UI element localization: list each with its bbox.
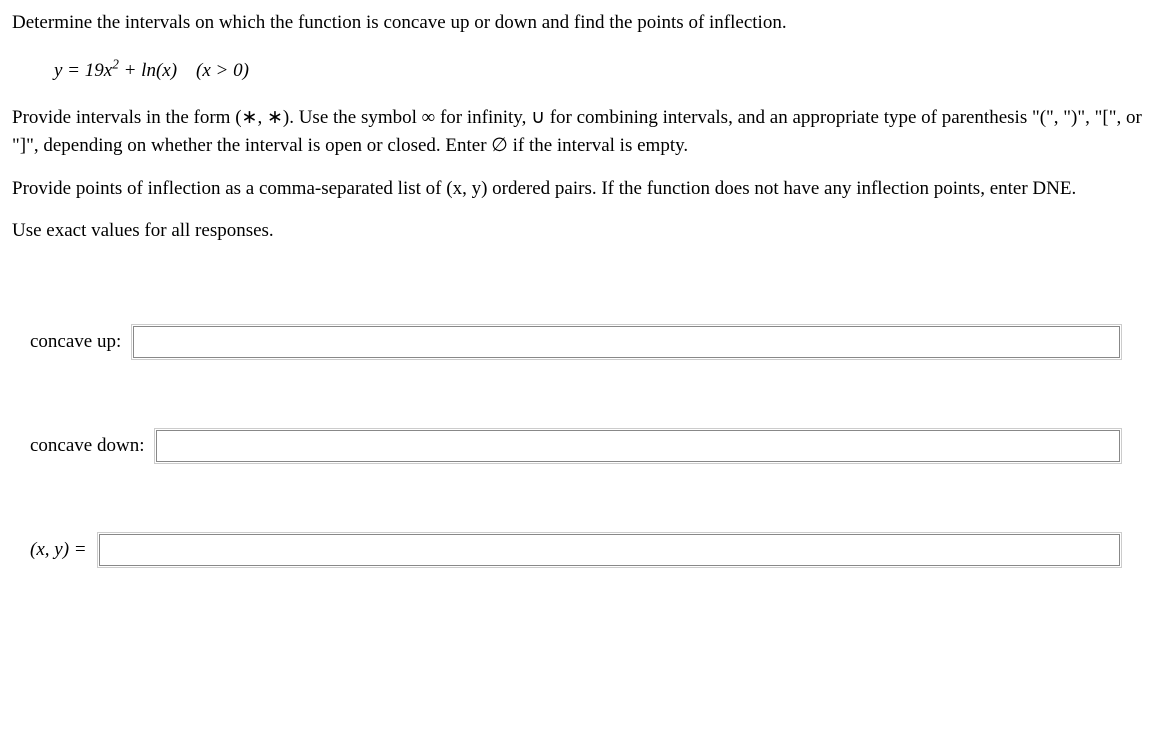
concave-up-input[interactable] bbox=[133, 326, 1120, 358]
instructions-exact: Use exact values for all responses. bbox=[12, 217, 1160, 246]
equation-domain: (x > 0) bbox=[196, 60, 249, 81]
instructions-inflection: Provide points of inflection as a comma-… bbox=[12, 175, 1160, 204]
question-intro: Determine the intervals on which the fun… bbox=[12, 10, 1160, 37]
equation: y = 19x2 + ln(x) (x > 0) bbox=[54, 57, 1160, 82]
xy-label: (x, y) = bbox=[12, 539, 87, 561]
concave-down-input[interactable] bbox=[156, 430, 1120, 462]
concave-up-label: concave up: bbox=[12, 331, 121, 353]
instructions-intervals: Provide intervals in the form (∗, ∗). Us… bbox=[12, 104, 1160, 161]
xy-input[interactable] bbox=[99, 534, 1120, 566]
concave-down-row: concave down: bbox=[12, 430, 1160, 462]
concave-up-row: concave up: bbox=[12, 326, 1160, 358]
xy-row: (x, y) = bbox=[12, 534, 1160, 566]
equation-exponent: 2 bbox=[112, 57, 119, 72]
concave-down-label: concave down: bbox=[12, 435, 144, 457]
equation-mid: + ln(x) bbox=[119, 60, 177, 81]
equation-prefix: y = 19x bbox=[54, 60, 112, 81]
